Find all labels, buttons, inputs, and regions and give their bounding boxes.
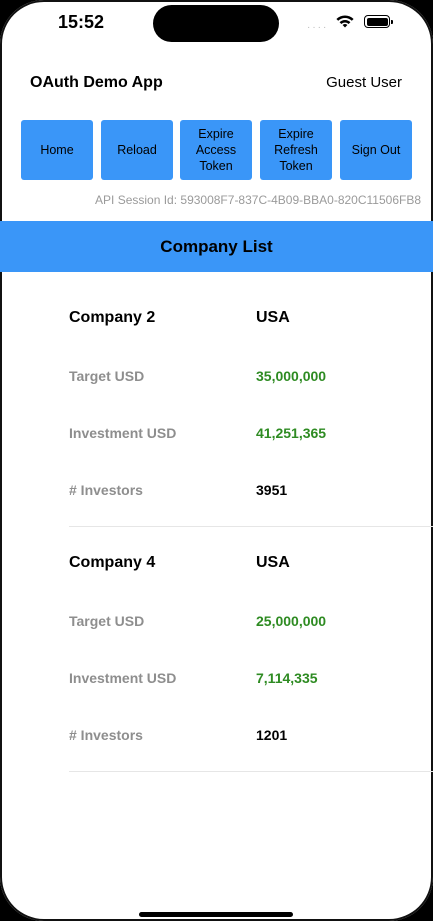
expire-refresh-token-button[interactable]: Expire Refresh Token (260, 120, 332, 180)
investors-label: # Investors (69, 727, 143, 743)
target-value: 35,000,000 (256, 368, 327, 384)
app-title: OAuth Demo App (30, 74, 163, 91)
wifi-icon (336, 15, 354, 28)
reload-button[interactable]: Reload (101, 120, 173, 180)
divider (69, 771, 433, 772)
investors-label: # Investors (69, 482, 143, 498)
home-indicator[interactable] (139, 912, 293, 917)
investment-label: Investment USD (69, 670, 177, 686)
user-name: Guest User (326, 74, 402, 91)
api-session-id: API Session Id: 593008F7-837C-4B09-BBA0-… (95, 193, 421, 207)
investors-value: 3951 (256, 482, 288, 498)
investment-value: 7,114,335 (256, 670, 318, 686)
expire-access-token-button[interactable]: Expire Access Token (180, 120, 252, 180)
company-name: Company 4 (69, 554, 156, 571)
investment-value: 41,251,365 (256, 425, 327, 441)
target-label: Target USD (69, 613, 145, 629)
divider (69, 526, 433, 527)
company-country: USA (256, 554, 290, 571)
investment-label: Investment USD (69, 425, 177, 441)
phone-screen: 15:52 ···· OAuth Demo App Guest User Hom… (0, 0, 433, 921)
company-country: USA (256, 309, 290, 326)
home-button[interactable]: Home (21, 120, 93, 180)
status-time: 15:52 (58, 12, 105, 32)
cellular-signal-icon: ···· (307, 22, 329, 33)
sign-out-button[interactable]: Sign Out (340, 120, 412, 180)
target-value: 25,000,000 (256, 613, 327, 629)
battery-icon (364, 15, 393, 28)
target-label: Target USD (69, 368, 145, 384)
company-name: Company 2 (69, 309, 156, 326)
company-list-header: Company List (0, 221, 433, 272)
status-bar: 15:52 ···· (0, 0, 433, 48)
investors-value: 1201 (256, 727, 288, 743)
dynamic-island (153, 5, 279, 42)
